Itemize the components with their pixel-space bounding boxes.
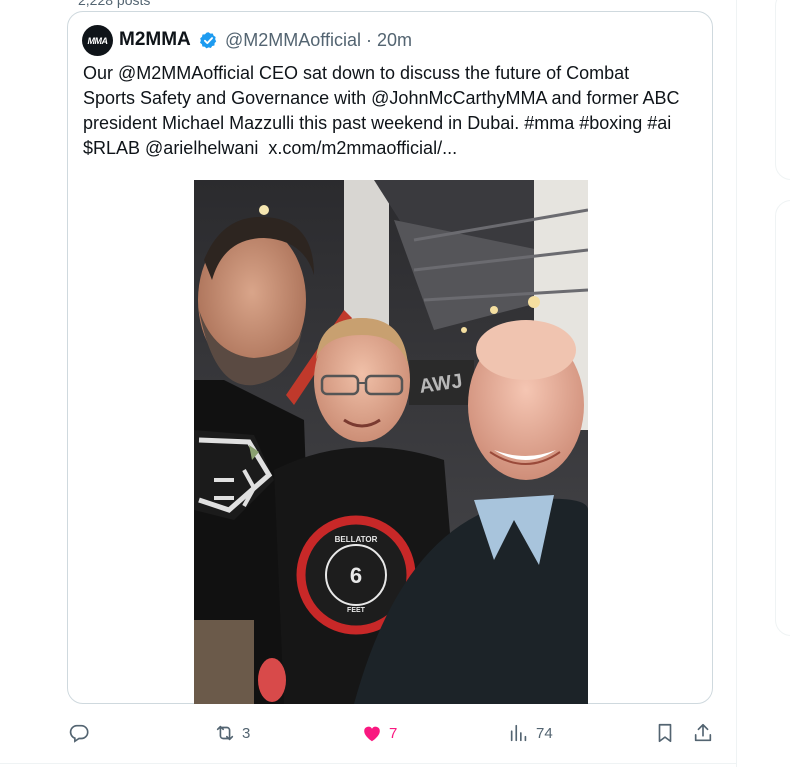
author-name[interactable]: M2MMA xyxy=(119,29,191,51)
post-actions: 3 7 74 xyxy=(0,712,736,756)
svg-text:6: 6 xyxy=(350,563,362,588)
verified-badge-icon xyxy=(200,32,217,49)
column-divider xyxy=(736,0,737,767)
share-button[interactable] xyxy=(692,722,714,744)
svg-text:FEET: FEET xyxy=(347,607,366,614)
sidebar-card xyxy=(775,0,790,180)
post-text: Our @M2MMAofficial CEO sat down to discu… xyxy=(83,63,685,158)
reply-icon xyxy=(69,724,89,743)
repost-icon xyxy=(216,725,234,741)
photo-illustration: AWJ 6 BELLATOR FEET xyxy=(194,180,588,704)
repost-button[interactable]: 3 xyxy=(214,722,250,744)
bookmark-icon xyxy=(658,723,672,743)
views-button[interactable]: 74 xyxy=(508,722,553,744)
sidebar-card xyxy=(775,200,790,636)
post-photo[interactable]: AWJ 6 BELLATOR FEET xyxy=(194,180,588,704)
heart-icon xyxy=(364,726,380,742)
share-icon xyxy=(694,723,712,742)
post-divider xyxy=(0,763,736,764)
like-button[interactable]: 7 xyxy=(361,722,397,744)
svg-text:BELLATOR: BELLATOR xyxy=(335,535,378,544)
avatar[interactable]: MMA xyxy=(82,25,113,56)
reply-button[interactable] xyxy=(68,722,96,744)
author-handle-time[interactable]: @M2MMAofficial · 20m xyxy=(225,30,412,51)
bookmark-button[interactable] xyxy=(654,722,676,744)
post-count: 2,228 posts xyxy=(78,0,151,8)
analytics-icon xyxy=(510,724,527,742)
